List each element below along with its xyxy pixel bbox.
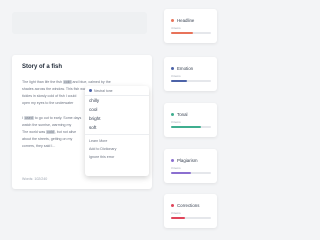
card-subtitle: 3 items: [171, 120, 181, 124]
category-card[interactable]: Corrections 3 items: [164, 194, 217, 228]
category-card[interactable]: Headline 4 items: [164, 9, 217, 43]
highlighted-word[interactable]: used: [24, 116, 34, 120]
popup-header-label: Neutral tone: [94, 88, 113, 93]
popup-header: Neutral tone: [85, 86, 149, 96]
document-text: to go out to early. Some days: [33, 116, 82, 120]
category-dot-icon: [171, 113, 174, 116]
document-text: The world was: [22, 130, 47, 134]
card-title-label: Corrections: [177, 203, 200, 208]
category-dot-icon: [171, 19, 174, 22]
document-text: open my eyes to the underwater: [22, 101, 74, 105]
card-progress-track: [171, 172, 211, 174]
card-progress-track: [171, 32, 211, 34]
suggestion-popup: Neutral tone chilly cool bright soft Lea…: [85, 86, 149, 176]
category-card[interactable]: Tonal 3 items: [164, 103, 217, 137]
document-title: Story of a fish: [22, 64, 63, 70]
card-progress-fill: [171, 80, 187, 82]
ignore-error-button[interactable]: Ignore this error: [85, 153, 149, 161]
card-title-label: Emotion: [177, 66, 194, 71]
popup-divider: [85, 134, 149, 135]
card-progress-fill: [171, 126, 201, 128]
card-progress-fill: [171, 172, 191, 174]
document-text: corners, they said I...: [22, 144, 56, 148]
document-text: The light than life the fish: [22, 80, 63, 84]
card-title-label: Plagiarism: [177, 158, 198, 163]
suggestion-option[interactable]: bright: [85, 114, 149, 123]
card-subtitle: 3 items: [171, 211, 181, 215]
document-text: and blue, calmed by the: [71, 80, 111, 84]
card-title: Headline: [171, 18, 194, 23]
card-subtitle: 4 items: [171, 26, 181, 30]
card-progress-track: [171, 80, 211, 82]
suggestion-option[interactable]: cool: [85, 105, 149, 114]
card-title: Tonal: [171, 112, 188, 117]
category-card[interactable]: Plagiarism 3 items: [164, 149, 217, 183]
document-text: , but not alive: [54, 130, 77, 134]
highlighted-word[interactable]: cold: [62, 80, 72, 84]
suggestion-option[interactable]: chilly: [85, 96, 149, 105]
document-text: watch the sunrise, warming my: [22, 123, 72, 127]
suggestion-option[interactable]: soft: [85, 123, 149, 132]
card-title: Plagiarism: [171, 158, 198, 163]
card-title-label: Tonal: [177, 112, 188, 117]
card-title-label: Headline: [177, 18, 195, 23]
tone-dot-icon: [89, 89, 92, 92]
card-title: Emotion: [171, 66, 193, 71]
document-text: about the streets, getting on my: [22, 137, 73, 141]
category-dot-icon: [171, 67, 174, 70]
category-dot-icon: [171, 159, 174, 162]
card-subtitle: 3 items: [171, 166, 181, 170]
category-card[interactable]: Emotion 3 items: [164, 57, 217, 91]
card-progress-track: [171, 126, 211, 128]
category-dot-icon: [171, 204, 174, 207]
document-line: The light than life the fish cold and bl…: [22, 79, 150, 86]
word-count: Words: 102/240: [22, 177, 48, 181]
card-progress-track: [171, 217, 211, 219]
card-title: Corrections: [171, 203, 199, 208]
card-progress-fill: [171, 32, 193, 34]
document-text: tickles in slowly cold of fish I could: [22, 94, 77, 98]
highlighted-word[interactable]: cold: [46, 130, 55, 134]
background-panel: [12, 12, 147, 34]
card-subtitle: 3 items: [171, 74, 181, 78]
add-to-dictionary-button[interactable]: Add to Dictionary: [85, 145, 149, 153]
learn-more-link[interactable]: Learn More: [85, 137, 149, 145]
document-text: shades across the window. This: [22, 87, 74, 91]
card-progress-fill: [171, 217, 185, 219]
